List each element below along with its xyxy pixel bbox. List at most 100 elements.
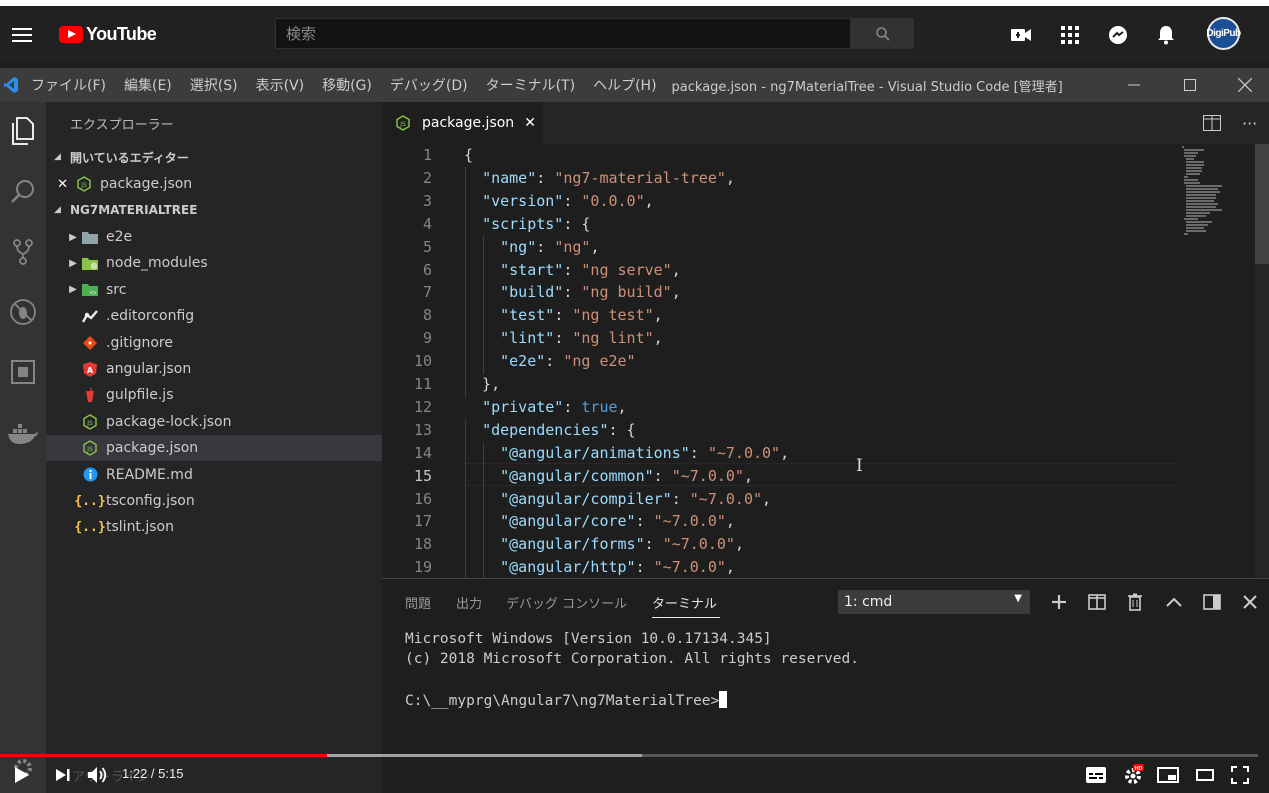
- file-label: .editorconfig: [106, 308, 195, 325]
- open-editor-item[interactable]: ✕ JS package.json: [46, 171, 382, 197]
- file-label: README.md: [106, 466, 193, 483]
- docker-icon[interactable]: [0, 412, 46, 456]
- volume-icon: [88, 767, 107, 783]
- file-item[interactable]: JS package-lock.json: [46, 409, 382, 435]
- file-label: node_modules: [106, 255, 208, 272]
- folder-item[interactable]: ▶ node_modules: [46, 250, 382, 276]
- close-tab-icon[interactable]: ✕: [524, 115, 536, 131]
- maximize-button[interactable]: [1167, 68, 1213, 102]
- minimap[interactable]: [1178, 144, 1258, 244]
- file-label: tslint.json: [106, 519, 174, 536]
- menu-go[interactable]: 移動(G): [313, 75, 381, 95]
- hamburger-menu-icon[interactable]: [12, 24, 34, 44]
- subtitles-button[interactable]: [1084, 763, 1108, 787]
- split-editor-icon[interactable]: [1203, 102, 1221, 144]
- scrollbar-thumb[interactable]: [1255, 144, 1269, 264]
- menu-edit[interactable]: 編集(E): [115, 75, 181, 95]
- open-editors-section-header[interactable]: ◢ 開いているエディター: [46, 145, 382, 169]
- menu-selection[interactable]: 選択(S): [181, 75, 247, 95]
- file-item[interactable]: .editorconfig: [46, 303, 382, 329]
- code-token: :: [563, 397, 582, 416]
- tab-terminal[interactable]: ターミナル: [652, 593, 717, 612]
- folder-item[interactable]: ▶ <> src: [46, 277, 382, 303]
- file-item[interactable]: JS package.json: [46, 435, 382, 462]
- notifications-bell-icon[interactable]: [1155, 24, 1177, 46]
- trash-icon[interactable]: [1124, 591, 1146, 613]
- code-editor[interactable]: 1{2 "name": "ng7-material-tree", 3 "versi…: [382, 144, 1269, 578]
- folder-item[interactable]: ▶ e2e: [46, 224, 382, 250]
- code-token: :: [563, 283, 582, 302]
- file-item[interactable]: gulpfile.js: [46, 382, 382, 408]
- youtube-logo[interactable]: YouTube: [59, 22, 157, 46]
- file-item[interactable]: Aangular.json: [46, 356, 382, 382]
- file-item[interactable]: {..} tsconfig.json: [46, 488, 382, 514]
- next-button[interactable]: [52, 763, 74, 787]
- terminal-line: Microsoft Windows [Version 10.0.17134.34…: [405, 631, 772, 647]
- menu-file[interactable]: ファイル(F): [22, 75, 115, 95]
- project-section-header[interactable]: ◢ NG7MATERIALTREE: [46, 198, 382, 222]
- file-label: src: [106, 281, 127, 298]
- fullscreen-button[interactable]: [1228, 763, 1252, 787]
- tab-problems[interactable]: 問題: [405, 593, 431, 612]
- split-terminal-icon[interactable]: [1086, 591, 1108, 613]
- source-control-icon[interactable]: [0, 230, 46, 274]
- code-text: {: [464, 144, 473, 167]
- tab-package-json[interactable]: JS package.json ✕: [382, 102, 542, 144]
- new-terminal-plus-icon[interactable]: [1048, 591, 1070, 613]
- terminal-select[interactable]: 1: cmd ▼: [838, 590, 1030, 614]
- close-editor-icon[interactable]: ✕: [46, 177, 68, 192]
- search-button[interactable]: [851, 18, 914, 49]
- skip-next-icon: [56, 769, 70, 781]
- file-label: e2e: [106, 229, 133, 245]
- play-button[interactable]: [10, 763, 34, 787]
- minimize-icon: [1128, 84, 1140, 86]
- code-token: ,: [617, 397, 627, 416]
- apps-grid-icon[interactable]: [1059, 24, 1081, 46]
- code-token: :: [563, 260, 582, 279]
- code-token: :: [536, 168, 555, 187]
- line-number: 12: [413, 397, 432, 416]
- tab-output[interactable]: 出力: [456, 593, 482, 612]
- create-video-icon[interactable]: [1010, 24, 1032, 46]
- editor-scrollbar[interactable]: [1255, 144, 1269, 578]
- angular-icon: A: [80, 361, 100, 377]
- minimize-button[interactable]: [1111, 68, 1157, 102]
- explorer-files-icon[interactable]: [0, 109, 46, 153]
- miniplayer-button[interactable]: [1156, 763, 1180, 787]
- menu-terminal[interactable]: ターミナル(T): [477, 75, 584, 95]
- toggle-panel-position-icon[interactable]: [1201, 591, 1223, 613]
- chevron-down-icon: ▼: [1014, 593, 1022, 604]
- code-token: "ng": [554, 237, 591, 256]
- more-actions-icon[interactable]: ···: [1242, 102, 1257, 144]
- json-icon: {..}: [74, 519, 106, 535]
- file-item[interactable]: {..} tslint.json: [46, 514, 382, 540]
- volume-button[interactable]: [86, 763, 110, 787]
- terminal-prompt-line[interactable]: C:\__myprg\Angular7\ng7MaterialTree>: [405, 691, 728, 709]
- close-panel-icon[interactable]: [1239, 591, 1261, 613]
- messages-icon[interactable]: [1107, 24, 1129, 46]
- code-token: :: [536, 237, 555, 256]
- src-folder-icon: <>: [80, 282, 100, 298]
- avatar[interactable]: DigiPub: [1206, 17, 1241, 50]
- debug-icon[interactable]: [0, 290, 46, 334]
- menu-view[interactable]: 表示(V): [247, 75, 314, 95]
- menu-help[interactable]: ヘルプ(H): [584, 75, 665, 95]
- settings-button[interactable]: HD: [1120, 763, 1146, 787]
- search-input[interactable]: [275, 18, 851, 49]
- search-icon[interactable]: [0, 170, 46, 214]
- file-item[interactable]: .gitignore: [46, 330, 382, 356]
- file-item[interactable]: README.md: [46, 462, 382, 488]
- extensions-icon[interactable]: [0, 350, 46, 394]
- code-token: :: [653, 466, 672, 485]
- chevron-right-icon: ▶: [69, 284, 77, 296]
- menu-debug[interactable]: デバッグ(D): [381, 75, 477, 95]
- tab-debug-console[interactable]: デバッグ コンソール: [506, 593, 627, 612]
- theater-mode-button[interactable]: [1193, 763, 1217, 787]
- maximize-panel-chevron-up-icon[interactable]: [1163, 591, 1185, 613]
- code-text: "@angular/compiler": "~7.0.0",: [464, 488, 771, 511]
- close-window-button[interactable]: [1222, 68, 1268, 102]
